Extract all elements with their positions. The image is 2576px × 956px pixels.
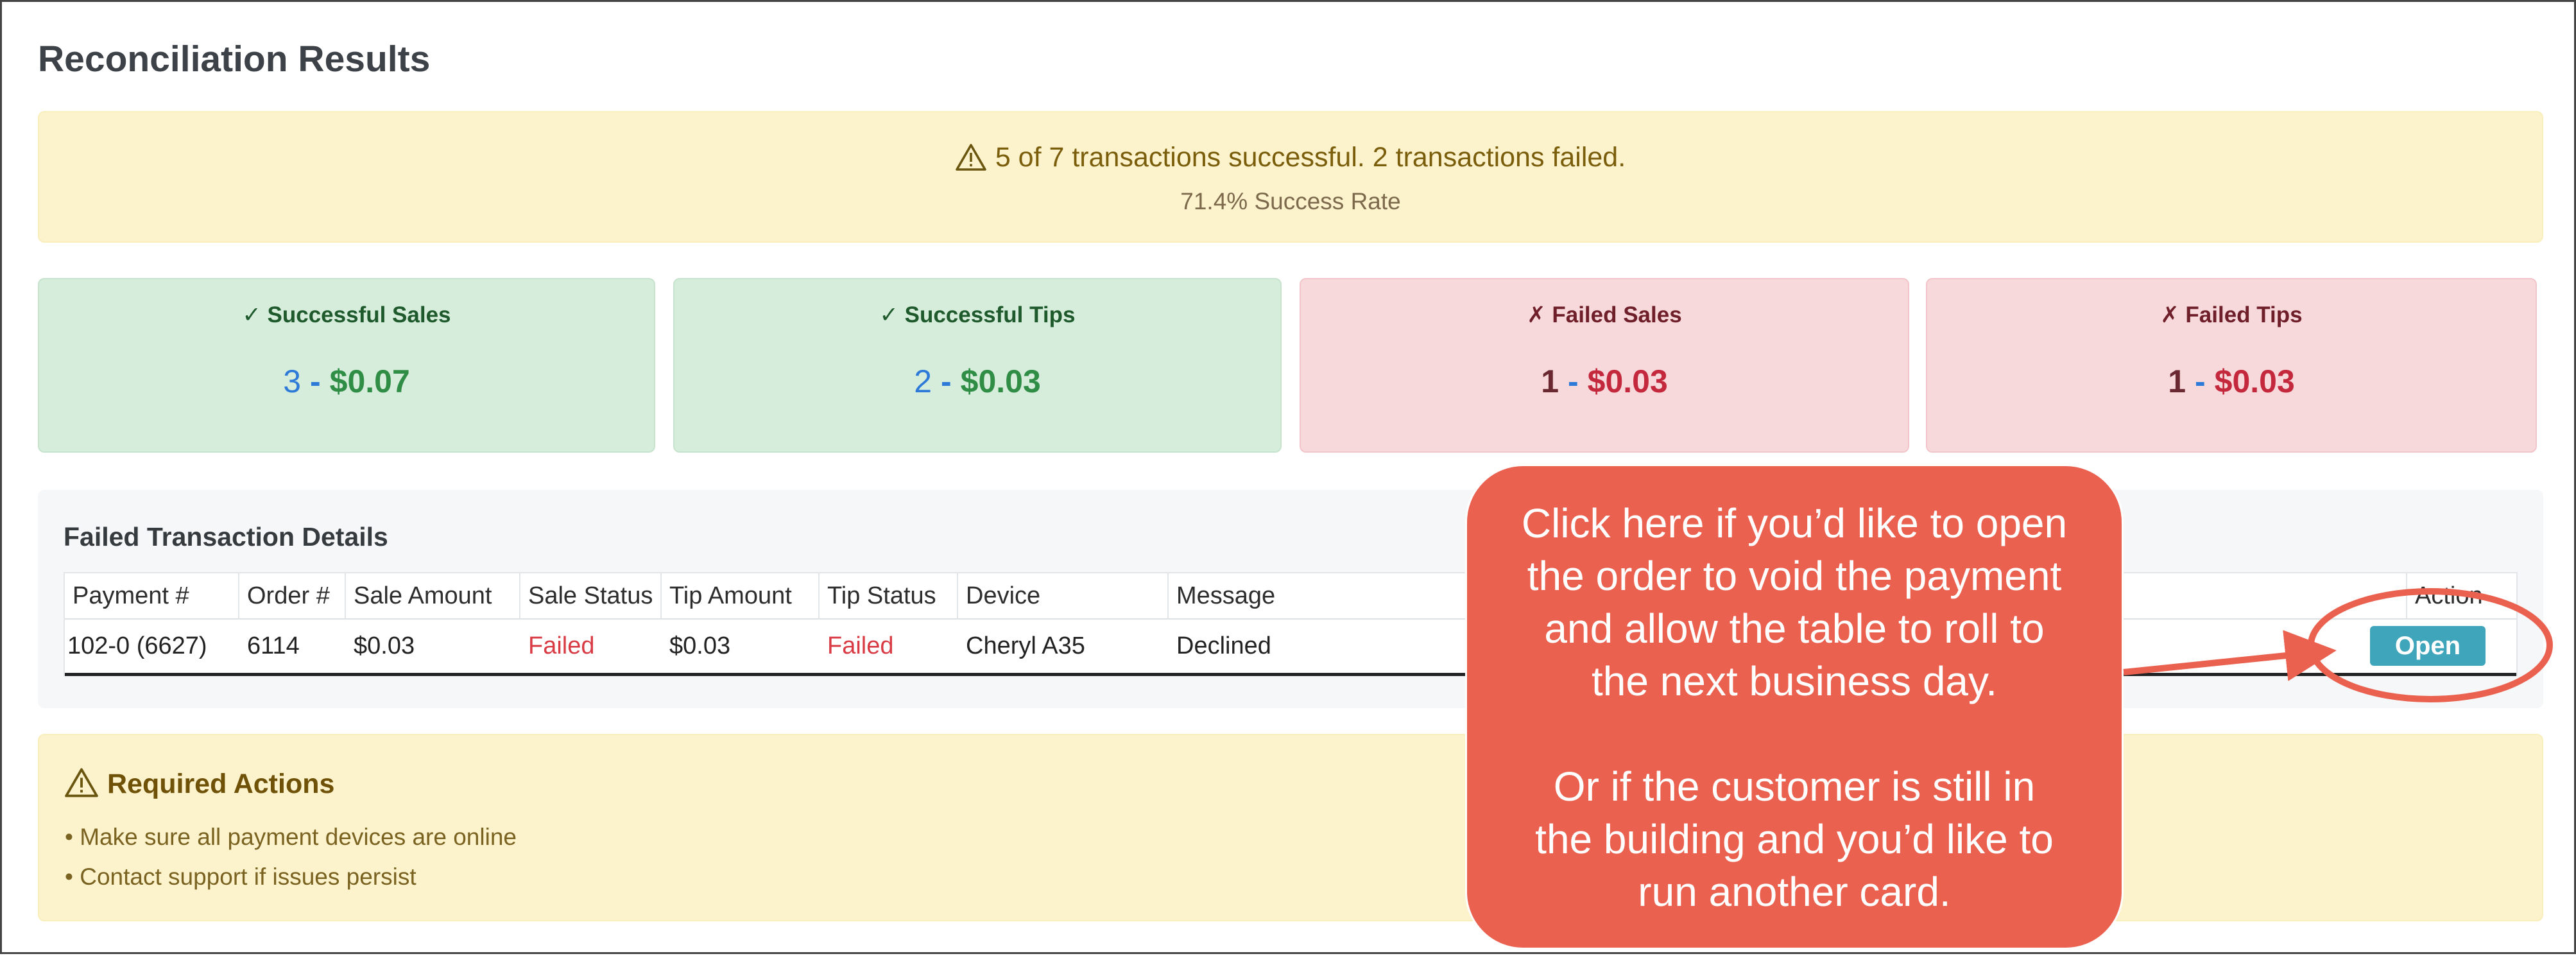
column-header[interactable]: Order # [239,573,346,618]
card-separator: - [310,363,321,399]
card-title: ✓ Successful Tips [879,302,1076,327]
required-actions-list: • Make sure all payment devices are onli… [65,817,517,897]
card-value: 2- $0.03 [674,363,1280,400]
card-separator: - [1568,363,1579,399]
table-header-row: Payment # Order # Sale Amount Sale Statu… [65,573,2516,620]
open-order-button[interactable]: Open [2370,626,2486,666]
payment-number: 102-0 (6627) [67,632,207,659]
card-count: 3 [283,363,302,399]
device: Cheryl A35 [966,632,1085,659]
card-amount: $0.07 [329,363,410,399]
column-header[interactable]: Payment # [65,573,239,618]
failed-tips-card: ✗ Failed Tips 1- $0.03 [1926,278,2537,453]
required-actions-panel: Required Actions • Make sure all payment… [38,734,2543,921]
card-value: 1- $0.03 [1301,363,1908,400]
tip-amount: $0.03 [669,632,731,659]
table-row: 102-0 (6627) 6114 $0.03 Failed $0.03 Fai… [65,620,2516,676]
column-header[interactable]: Sale Amount [346,573,520,618]
column-header[interactable]: Tip Amount [662,573,820,618]
tip-status: Failed [827,632,894,659]
sale-amount: $0.03 [354,632,415,659]
sale-status: Failed [528,632,595,659]
card-title: ✓ Successful Sales [242,302,451,327]
success-rate: 71.4% Success Rate [1180,188,1401,214]
required-actions-title: Required Actions [65,767,334,805]
screenshot-frame: Reconciliation Results 5 of 7 transactio… [0,0,2576,954]
card-title: ✗ Failed Sales [1527,302,1682,327]
successful-tips-card: ✓ Successful Tips 2- $0.03 [673,278,1282,453]
column-header[interactable]: Sale Status [520,573,662,618]
column-header[interactable]: Tip Status [820,573,958,618]
summary-headline-text: 5 of 7 transactions successful. 2 transa… [995,142,1626,173]
summary-headline: 5 of 7 transactions successful. 2 transa… [39,142,2542,178]
instruction-callout: Click here if you’d like to open the ord… [1465,464,2124,950]
card-count: 1 [2168,363,2186,399]
column-header: Action [2415,582,2483,609]
callout-paragraph: Or if the customer is still in the build… [1535,763,2054,915]
failed-transactions-table: Payment # Order # Sale Amount Sale Statu… [64,572,2518,676]
card-amount: $0.03 [1587,363,1668,399]
card-value: 1- $0.03 [1927,363,2536,400]
page-title: Reconciliation Results [38,39,431,80]
card-separator: - [2195,363,2206,399]
card-separator: - [941,363,952,399]
card-title: ✗ Failed Tips [2160,302,2303,327]
warning-icon [956,143,986,178]
column-header[interactable]: Device [958,573,1169,618]
card-amount: $0.03 [960,363,1041,399]
warning-icon [65,767,98,805]
failed-transactions-title: Failed Transaction Details [64,522,388,552]
card-count: 1 [1541,363,1559,399]
summary-banner: 5 of 7 transactions successful. 2 transa… [38,111,2543,243]
failed-transactions-panel: Failed Transaction Details Payment # Ord… [38,490,2543,708]
list-item: • Contact support if issues persist [65,864,416,890]
successful-sales-card: ✓ Successful Sales 3- $0.07 [38,278,655,453]
card-amount: $0.03 [2214,363,2295,399]
order-number: 6114 [247,632,300,659]
failed-sales-card: ✗ Failed Sales 1- $0.03 [1300,278,1909,453]
list-item: • Make sure all payment devices are onli… [65,824,517,850]
card-count: 2 [914,363,932,399]
required-actions-title-text: Required Actions [107,769,335,799]
callout-paragraph: Click here if you’d like to open the ord… [1521,500,2068,704]
card-value: 3- $0.07 [39,363,654,400]
